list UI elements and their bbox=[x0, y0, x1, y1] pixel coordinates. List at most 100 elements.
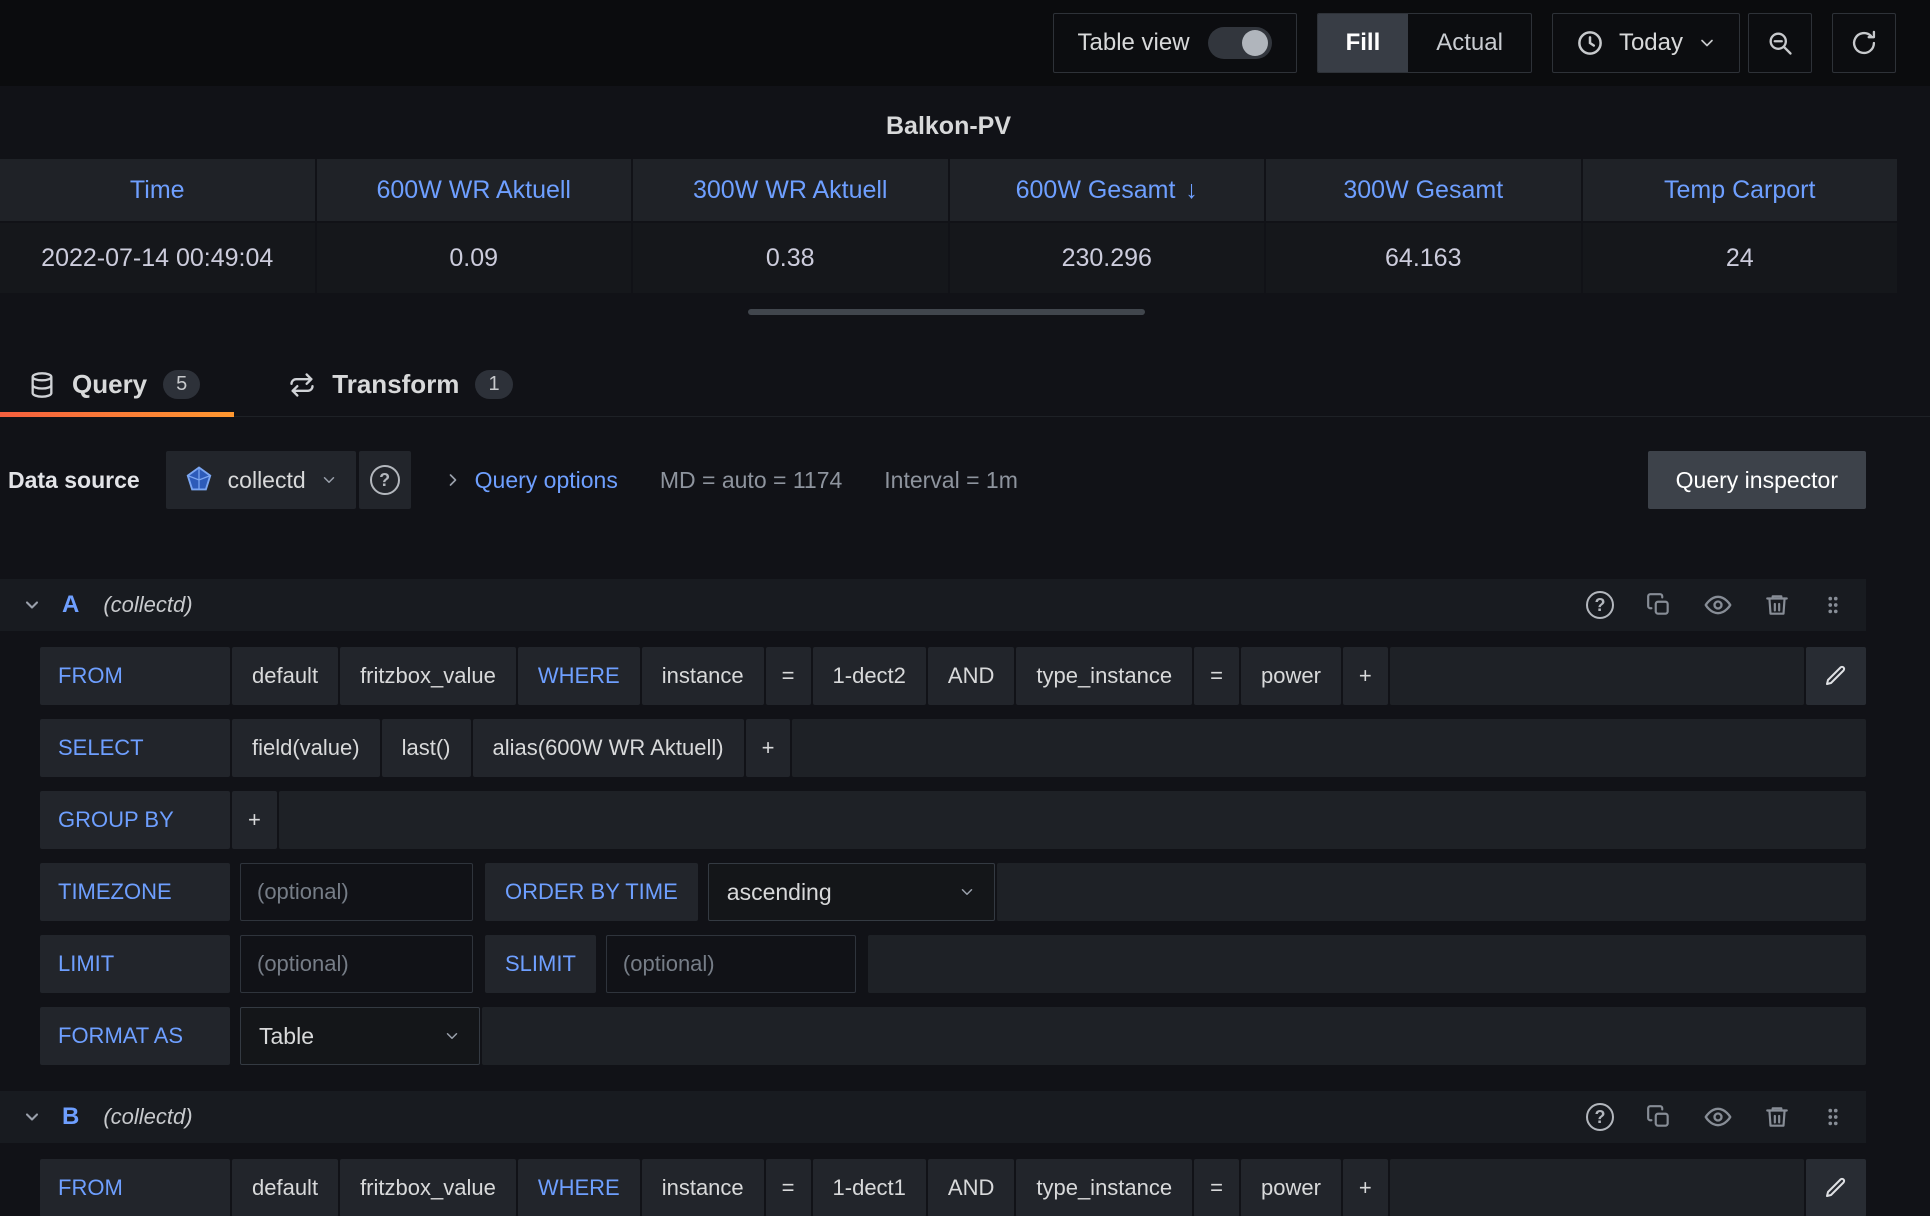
select-function-segment[interactable]: last() bbox=[382, 719, 471, 777]
top-toolbar: Table view Fill Actual Today bbox=[0, 0, 1930, 86]
query-count-badge: 5 bbox=[163, 370, 200, 399]
order-by-select[interactable]: ascending bbox=[708, 863, 995, 921]
table-header-row: Time 600W WR Aktuell 300W WR Aktuell 600… bbox=[0, 159, 1897, 221]
where-key-segment[interactable]: instance bbox=[642, 647, 764, 705]
zoom-out-icon bbox=[1766, 29, 1794, 57]
where-value-segment[interactable]: power bbox=[1241, 647, 1341, 705]
query-help-icon[interactable]: ? bbox=[1586, 591, 1614, 619]
column-header-300w-gesamt[interactable]: 300W Gesamt bbox=[1266, 159, 1581, 221]
query-ref-id: B bbox=[62, 1103, 79, 1131]
timezone-input[interactable] bbox=[240, 863, 473, 921]
query-a-header: A (collectd) ? bbox=[0, 579, 1866, 631]
drag-handle-icon[interactable] bbox=[1822, 1105, 1844, 1129]
help-icon: ? bbox=[370, 465, 400, 495]
query-options-toggle[interactable]: Query options bbox=[475, 467, 618, 494]
where-operator-segment[interactable]: = bbox=[1194, 647, 1239, 705]
actual-button[interactable]: Actual bbox=[1408, 14, 1531, 72]
select-alias-segment[interactable]: alias(600W WR Aktuell) bbox=[473, 719, 744, 777]
query-help-icon[interactable]: ? bbox=[1586, 1103, 1614, 1131]
tab-transform[interactable]: Transform 1 bbox=[260, 353, 546, 416]
datasource-picker[interactable]: collectd bbox=[166, 451, 356, 509]
table-view-label: Table view bbox=[1078, 29, 1190, 57]
retention-policy-segment[interactable]: default bbox=[232, 647, 338, 705]
chevron-right-icon bbox=[443, 470, 463, 490]
editor-tabs: Query 5 Transform 1 bbox=[0, 353, 1930, 417]
tab-query-label: Query bbox=[72, 369, 147, 400]
where-value-segment[interactable]: power bbox=[1241, 1159, 1341, 1216]
table-view-toggle[interactable] bbox=[1208, 27, 1272, 59]
from-label: FROM bbox=[40, 647, 230, 705]
chevron-down-icon bbox=[320, 471, 338, 489]
time-range-picker[interactable]: Today bbox=[1553, 14, 1739, 72]
query-a-section: A (collectd) ? FROM default fritzbox_val… bbox=[0, 579, 1930, 1065]
hide-query-eye-icon[interactable] bbox=[1704, 1103, 1732, 1131]
from-label: FROM bbox=[40, 1159, 230, 1216]
edit-query-pencil-icon[interactable] bbox=[1806, 647, 1866, 705]
limit-row: LIMIT SLIMIT bbox=[40, 935, 1866, 993]
table-view-group: Table view bbox=[1053, 13, 1297, 73]
where-operator-segment[interactable]: = bbox=[766, 1159, 811, 1216]
row-filler bbox=[1390, 1159, 1804, 1216]
measurement-segment[interactable]: fritzbox_value bbox=[340, 1159, 516, 1216]
datasource-help-button[interactable]: ? bbox=[359, 451, 411, 509]
fill-button[interactable]: Fill bbox=[1318, 14, 1409, 72]
transform-icon bbox=[288, 371, 316, 399]
measurement-segment[interactable]: fritzbox_value bbox=[340, 647, 516, 705]
limit-label: LIMIT bbox=[40, 935, 230, 993]
from-row: FROM default fritzbox_value WHERE instan… bbox=[40, 647, 1866, 705]
drag-handle-icon[interactable] bbox=[1822, 593, 1844, 617]
slimit-input[interactable] bbox=[606, 935, 856, 993]
cell-600w-wr-aktuell: 0.09 bbox=[317, 223, 632, 293]
select-row: SELECT field(value) last() alias(600W WR… bbox=[40, 719, 1866, 777]
collectd-logo-icon bbox=[184, 465, 214, 495]
chevron-down-icon bbox=[958, 883, 976, 901]
where-key-segment[interactable]: type_instance bbox=[1016, 647, 1192, 705]
column-header-temp-carport[interactable]: Temp Carport bbox=[1583, 159, 1898, 221]
column-header-600w-gesamt[interactable]: 600W Gesamt↓ bbox=[950, 159, 1265, 221]
edit-query-pencil-icon[interactable] bbox=[1806, 1159, 1866, 1216]
where-key-segment[interactable]: type_instance bbox=[1016, 1159, 1192, 1216]
tab-query[interactable]: Query 5 bbox=[0, 353, 234, 416]
cell-300w-gesamt: 64.163 bbox=[1266, 223, 1581, 293]
query-inspector-button[interactable]: Query inspector bbox=[1648, 451, 1866, 509]
cell-300w-wr-aktuell: 0.38 bbox=[633, 223, 948, 293]
add-condition-button[interactable]: + bbox=[1343, 1159, 1388, 1216]
limit-input[interactable] bbox=[240, 935, 473, 993]
where-operator-segment[interactable]: = bbox=[1194, 1159, 1239, 1216]
zoom-out-button[interactable] bbox=[1748, 13, 1812, 73]
add-group-by-button[interactable]: + bbox=[232, 791, 277, 849]
delete-query-trash-icon[interactable] bbox=[1764, 592, 1790, 618]
where-condition-segment[interactable]: AND bbox=[928, 647, 1014, 705]
retention-policy-segment[interactable]: default bbox=[232, 1159, 338, 1216]
column-header-300w-wr-aktuell[interactable]: 300W WR Aktuell bbox=[633, 159, 948, 221]
collapse-chevron-icon[interactable] bbox=[22, 1107, 42, 1127]
horizontal-scrollbar[interactable] bbox=[748, 309, 1145, 315]
where-value-segment[interactable]: 1-dect1 bbox=[813, 1159, 926, 1216]
datasource-name: collectd bbox=[228, 467, 306, 494]
row-filler bbox=[279, 791, 1866, 849]
where-value-segment[interactable]: 1-dect2 bbox=[813, 647, 926, 705]
delete-query-trash-icon[interactable] bbox=[1764, 1104, 1790, 1130]
collapse-chevron-icon[interactable] bbox=[22, 595, 42, 615]
add-condition-button[interactable]: + bbox=[1343, 647, 1388, 705]
query-b-header: B (collectd) ? bbox=[0, 1091, 1866, 1143]
where-operator-segment[interactable]: = bbox=[766, 647, 811, 705]
duplicate-query-icon[interactable] bbox=[1646, 592, 1672, 618]
row-filler bbox=[482, 1007, 1866, 1065]
hide-query-eye-icon[interactable] bbox=[1704, 591, 1732, 619]
cell-time: 2022-07-14 00:49:04 bbox=[0, 223, 315, 293]
datasource-toolbar: Data source collectd ? Query options MD … bbox=[8, 451, 1866, 509]
where-condition-segment[interactable]: AND bbox=[928, 1159, 1014, 1216]
transform-count-badge: 1 bbox=[475, 370, 512, 399]
column-header-600w-wr-aktuell[interactable]: 600W WR Aktuell bbox=[317, 159, 632, 221]
select-field-segment[interactable]: field(value) bbox=[232, 719, 380, 777]
column-header-time[interactable]: Time bbox=[0, 159, 315, 221]
query-a-actions: ? bbox=[1586, 591, 1844, 619]
where-key-segment[interactable]: instance bbox=[642, 1159, 764, 1216]
refresh-button[interactable] bbox=[1832, 13, 1896, 73]
duplicate-query-icon[interactable] bbox=[1646, 1104, 1672, 1130]
panel-title: Balkon-PV bbox=[0, 112, 1897, 141]
format-as-select[interactable]: Table bbox=[240, 1007, 480, 1065]
max-datapoints-text: MD = auto = 1174 bbox=[660, 467, 842, 494]
add-select-part-button[interactable]: + bbox=[746, 719, 791, 777]
